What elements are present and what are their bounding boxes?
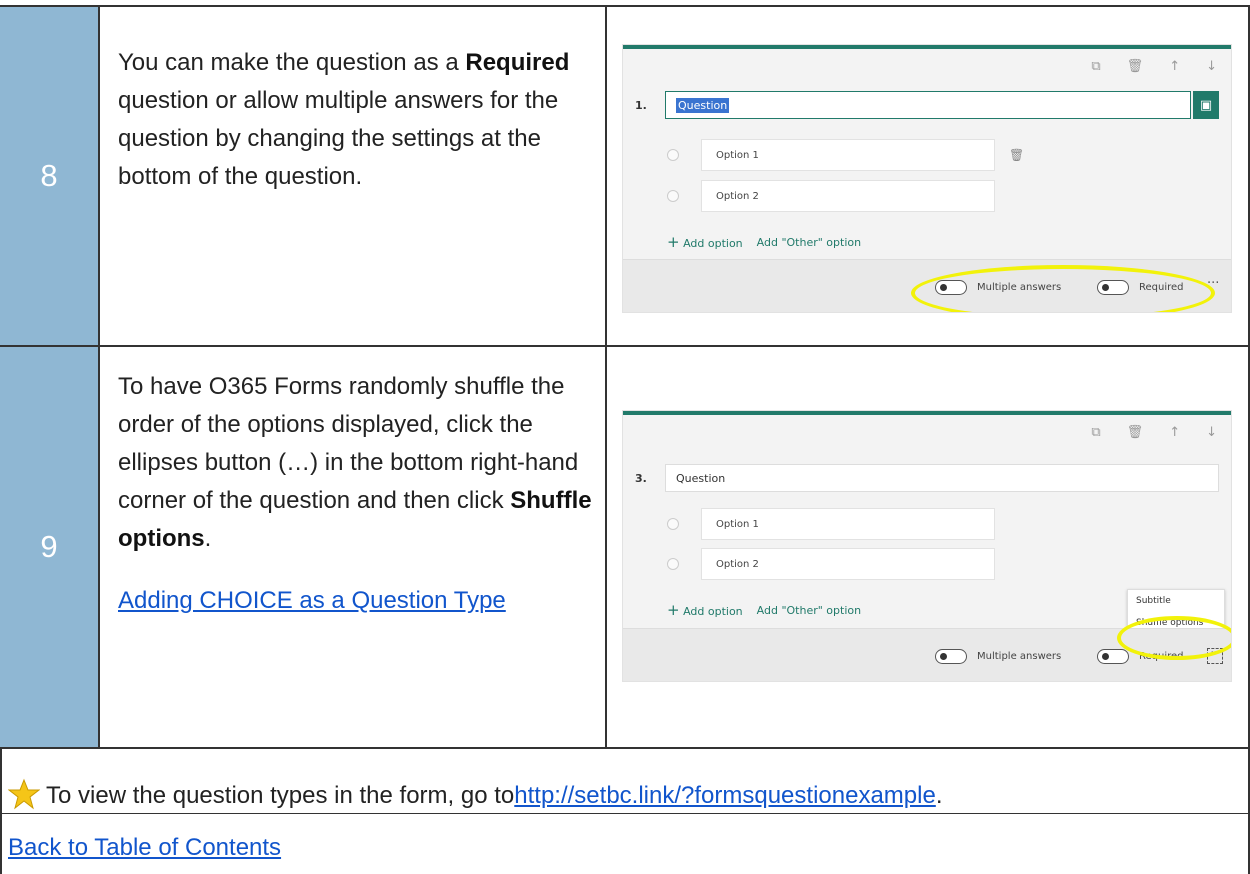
question-toolbar: ⧉ 🗑 ↑ ↓ bbox=[1091, 59, 1217, 74]
option-input[interactable]: Option 1 bbox=[701, 508, 995, 540]
menu-item-subtitle[interactable]: Subtitle bbox=[1128, 590, 1224, 612]
add-other-option-button[interactable]: Add "Other" option bbox=[757, 604, 861, 617]
question-number: 3. bbox=[635, 471, 647, 485]
toggle-switch[interactable] bbox=[1097, 649, 1129, 664]
required-keyword: Required bbox=[465, 49, 570, 76]
option-row: Option 2 bbox=[667, 180, 995, 212]
row-divider-3 bbox=[0, 813, 1250, 814]
copy-icon[interactable]: ⧉ bbox=[1091, 59, 1100, 74]
option-input[interactable]: Option 1 bbox=[701, 139, 995, 171]
add-other-option-button[interactable]: Add "Other" option bbox=[757, 236, 861, 249]
question-input[interactable]: Question bbox=[665, 91, 1191, 119]
view-examples-note: To view the question types in the form, … bbox=[8, 778, 942, 810]
arrow-up-icon[interactable]: ↑ bbox=[1169, 425, 1180, 440]
question-number: 1. bbox=[635, 98, 647, 112]
copy-icon[interactable]: ⧉ bbox=[1091, 425, 1100, 440]
question-input[interactable]: Question bbox=[665, 464, 1219, 492]
option-input[interactable]: Option 2 bbox=[701, 180, 995, 212]
delete-option-icon[interactable]: 🗑 bbox=[1009, 148, 1024, 162]
trash-icon[interactable]: 🗑 bbox=[1127, 59, 1144, 74]
row-divider-1 bbox=[0, 345, 1250, 347]
question-row: 3. Question bbox=[635, 463, 1219, 493]
document-page: 8 You can make the question as a Require… bbox=[0, 0, 1250, 874]
table-top-border bbox=[0, 5, 1250, 7]
highlight-ellipse bbox=[1117, 616, 1231, 660]
arrow-up-icon[interactable]: ↑ bbox=[1169, 59, 1180, 74]
image-icon: ▣ bbox=[1199, 97, 1213, 113]
option-row: Option 1 bbox=[667, 508, 995, 540]
radio-icon bbox=[667, 190, 679, 202]
radio-icon bbox=[667, 518, 679, 530]
radio-icon bbox=[667, 558, 679, 570]
step-column-divider bbox=[98, 5, 100, 748]
arrow-down-icon[interactable]: ↓ bbox=[1206, 425, 1217, 440]
add-option-row: + Add option Add "Other" option bbox=[667, 601, 861, 619]
insert-image-button[interactable]: ▣ bbox=[1193, 91, 1219, 119]
screenshot-required-settings: ⧉ 🗑 ↑ ↓ 1. Question ▣ Option 1 🗑 Option … bbox=[622, 44, 1232, 313]
plus-icon: + bbox=[667, 601, 680, 619]
star-icon bbox=[8, 778, 40, 810]
question-row: 1. Question ▣ bbox=[635, 90, 1219, 120]
multiple-answers-toggle[interactable]: Multiple answers bbox=[935, 649, 1061, 664]
adding-choice-link[interactable]: Adding CHOICE as a Question Type bbox=[118, 587, 506, 614]
arrow-down-icon[interactable]: ↓ bbox=[1206, 59, 1217, 74]
image-column-divider bbox=[605, 5, 607, 748]
plus-icon: + bbox=[667, 233, 680, 251]
add-option-button[interactable]: + Add option bbox=[667, 601, 743, 619]
option-row: Option 2 bbox=[667, 548, 995, 580]
trash-icon[interactable]: 🗑 bbox=[1127, 425, 1144, 440]
step-8-description: You can make the question as a Required … bbox=[118, 49, 570, 190]
step-9-description: To have O365 Forms randomly shuffle the … bbox=[118, 373, 592, 614]
question-toolbar: ⧉ 🗑 ↑ ↓ bbox=[1091, 425, 1217, 440]
option-input[interactable]: Option 2 bbox=[701, 548, 995, 580]
add-option-row: + Add option Add "Other" option bbox=[667, 233, 861, 251]
form-accent-bar bbox=[623, 411, 1231, 415]
option-row: Option 1 🗑 bbox=[667, 139, 1024, 171]
step-number-9: 9 bbox=[0, 347, 98, 747]
step-number-8: 8 bbox=[0, 7, 98, 345]
screenshot-shuffle-options: ⧉ 🗑 ↑ ↓ 3. Question Option 1 Option 2 + … bbox=[622, 410, 1232, 682]
row-divider-2 bbox=[0, 747, 1250, 749]
toggle-switch[interactable] bbox=[935, 649, 967, 664]
add-option-button[interactable]: + Add option bbox=[667, 233, 743, 251]
form-accent-bar bbox=[623, 45, 1231, 49]
back-to-contents-link[interactable]: Back to Table of Contents bbox=[8, 834, 281, 862]
radio-icon bbox=[667, 149, 679, 161]
highlight-ellipse bbox=[911, 265, 1215, 312]
form-examples-link[interactable]: http://setbc.link/?formsquestionexample bbox=[514, 782, 936, 810]
